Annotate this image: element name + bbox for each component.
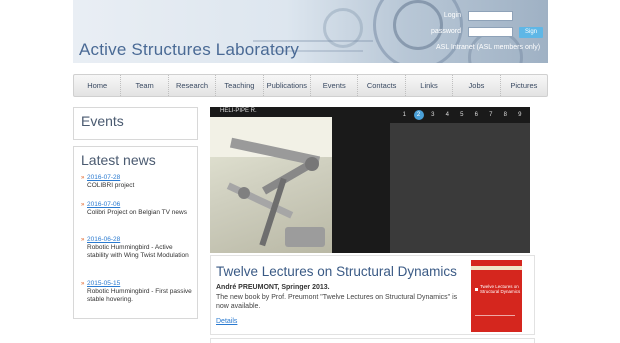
news-item: » 2016-07-06 Colibri Project on Belgian … (81, 201, 193, 217)
news-item: » 2016-07-28 COLIBRI project (81, 174, 193, 190)
robot-base-part (285, 227, 325, 247)
events-panel: Events (73, 107, 198, 140)
robot-joint-part (305, 157, 319, 171)
news-date-link[interactable]: 2016-06-28 (87, 236, 193, 244)
news-text: Robotic Hummingbird - First passive stab… (87, 288, 192, 303)
slide-pager: 1 2 3 4 5 6 7 8 9 (397, 110, 527, 120)
main-nav: Home Team Research Teaching Publications… (73, 74, 548, 97)
sign-in-button[interactable]: Sign (519, 27, 543, 38)
book-cover-image[interactable]: Twelve Lectures on Structural Dynamics (471, 260, 522, 332)
book-rule (475, 315, 515, 316)
featured-article: Twelve Lectures on Structural Dynamics A… (210, 255, 535, 335)
nav-item-pictures[interactable]: Pictures (501, 75, 547, 96)
password-input[interactable] (468, 27, 513, 37)
gear-graphic (393, 0, 443, 50)
image-slider: HELI-PIPE R. 1 2 3 4 5 6 7 8 9 (210, 107, 530, 253)
gear-graphic (323, 8, 363, 48)
bullet-icon: » (81, 237, 85, 243)
password-label: password (431, 28, 461, 35)
nav-item-research[interactable]: Research (169, 75, 217, 96)
slide-dot[interactable]: 3 (426, 110, 441, 120)
nav-item-publications[interactable]: Publications (264, 75, 312, 96)
latest-news-panel: Latest news » 2016-07-28 COLIBRI project… (73, 146, 198, 319)
book-logo-icon (475, 288, 478, 291)
slide-dot[interactable]: 7 (484, 110, 499, 120)
news-text: Robotic Hummingbird - Active stability w… (87, 244, 189, 259)
nav-item-home[interactable]: Home (74, 75, 122, 96)
site-header: Active Structures Laboratory Login passw… (73, 0, 548, 63)
events-heading: Events (81, 113, 124, 129)
robot-joint-part (238, 187, 250, 199)
article-title[interactable]: Twelve Lectures on Structural Dynamics (216, 264, 457, 279)
book-band (471, 266, 522, 270)
news-text: Colibri Project on Belgian TV news (87, 209, 187, 216)
login-label: Login (443, 12, 461, 19)
details-link[interactable]: Details (216, 318, 237, 325)
news-date-link[interactable]: 2016-07-06 (87, 201, 193, 209)
nav-item-contacts[interactable]: Contacts (358, 75, 406, 96)
nav-item-jobs[interactable]: Jobs (453, 75, 501, 96)
article-author: André PREUMONT, Springer 2013. (216, 284, 330, 291)
nav-item-links[interactable]: Links (406, 75, 454, 96)
news-text: COLIBRI project (87, 182, 135, 189)
slide-dot[interactable]: 9 (513, 110, 528, 120)
slide-caption: HELI-PIPE R. (220, 108, 257, 114)
slide-dot[interactable]: 6 (469, 110, 484, 120)
login-input[interactable] (468, 11, 513, 21)
slide-dot-active[interactable]: 2 (413, 110, 424, 120)
slide-dot[interactable]: 8 (498, 110, 513, 120)
slide-side-panel (390, 123, 530, 253)
nav-item-teaching[interactable]: Teaching (216, 75, 264, 96)
slide-image[interactable] (210, 117, 332, 253)
bullet-icon: » (81, 202, 85, 208)
article-body: The new book by Prof. Preumont "Twelve L… (216, 294, 458, 310)
bullet-icon: » (81, 281, 85, 287)
book-cover-title: Twelve Lectures on Structural Dynamics (480, 284, 521, 294)
slide-dot[interactable]: 5 (455, 110, 470, 120)
news-item: » 2016-06-28 Robotic Hummingbird - Activ… (81, 236, 193, 260)
latest-news-heading: Latest news (81, 152, 156, 168)
slide-dot[interactable]: 1 (397, 110, 412, 120)
news-date-link[interactable]: 2016-07-28 (87, 174, 193, 182)
nav-item-events[interactable]: Events (311, 75, 359, 96)
next-article-edge (210, 338, 535, 343)
slide-dot[interactable]: 4 (440, 110, 455, 120)
news-item: » 2015-05-15 Robotic Hummingbird - First… (81, 280, 193, 304)
site-title[interactable]: Active Structures Laboratory (79, 40, 299, 60)
nav-item-team[interactable]: Team (121, 75, 169, 96)
news-date-link[interactable]: 2015-05-15 (87, 280, 193, 288)
intranet-link[interactable]: ASL Intranet (ASL members only) (436, 44, 540, 51)
bullet-icon: » (81, 175, 85, 181)
